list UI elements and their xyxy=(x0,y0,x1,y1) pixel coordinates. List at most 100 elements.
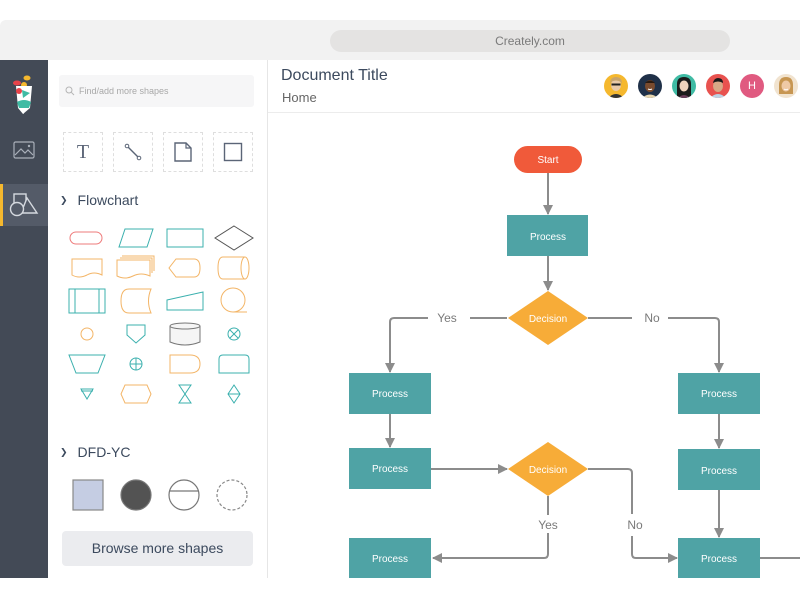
shape-delay[interactable] xyxy=(160,349,209,379)
svg-text:Process: Process xyxy=(372,389,408,400)
section-flowchart-header[interactable]: ❯ Flowchart xyxy=(60,192,138,208)
shape-connector[interactable] xyxy=(62,319,111,349)
shape-merge[interactable] xyxy=(62,379,111,409)
chevron-down-icon: ❯ xyxy=(60,446,68,457)
node-process-left-2[interactable]: Process xyxy=(349,448,431,489)
shape-predefined-process[interactable] xyxy=(62,283,111,319)
avatar-initial: H xyxy=(748,80,756,92)
shape-search[interactable] xyxy=(59,75,254,107)
shape-sequential-data[interactable] xyxy=(209,283,258,319)
node-decision-1[interactable]: Decision xyxy=(508,291,588,345)
label-decision1-no: No xyxy=(644,311,660,325)
rail-item-images[interactable] xyxy=(0,130,48,170)
chevron-down-icon: ❯ xyxy=(60,194,68,205)
avatar[interactable] xyxy=(774,74,798,98)
breadcrumb[interactable]: Home xyxy=(282,90,317,105)
shape-internal-storage[interactable] xyxy=(209,349,258,379)
connector-decision2-yes xyxy=(433,496,549,558)
collaborator-avatars: H xyxy=(604,74,798,98)
note-tool[interactable] xyxy=(163,132,203,172)
avatar[interactable] xyxy=(638,74,662,98)
text-tool[interactable]: T xyxy=(63,132,103,172)
section-title: Flowchart xyxy=(77,192,139,208)
section-title: DFD-YC xyxy=(77,444,131,460)
svg-text:Process: Process xyxy=(701,466,737,477)
node-process-1[interactable]: Process xyxy=(507,215,588,256)
shape-or[interactable] xyxy=(111,349,160,379)
shape-multi-document[interactable] xyxy=(111,253,160,283)
shapes-icon xyxy=(9,193,39,217)
shape-data-store[interactable] xyxy=(160,477,208,513)
creately-logo-icon xyxy=(13,75,32,114)
text-tool-icon: T xyxy=(76,140,90,163)
node-process-right-2[interactable]: Process xyxy=(678,449,760,490)
shape-data[interactable] xyxy=(111,223,160,253)
shape-terminator[interactable] xyxy=(62,223,111,253)
search-icon xyxy=(65,86,75,96)
flowchart-shape-grid xyxy=(62,223,258,409)
rail-item-shapes[interactable] xyxy=(0,184,48,226)
document-header: Document Title Home H xyxy=(268,60,800,113)
shape-dashed-process[interactable] xyxy=(208,477,256,513)
shape-panel: T ❯ Flowchart xyxy=(48,60,268,578)
shape-external-entity[interactable] xyxy=(64,477,112,513)
shape-display[interactable] xyxy=(160,253,209,283)
shape-process[interactable] xyxy=(160,223,209,253)
connector-tool-icon xyxy=(124,143,142,161)
shape-preparation[interactable] xyxy=(111,379,160,409)
svg-text:Process: Process xyxy=(701,389,737,400)
avatar[interactable] xyxy=(706,74,730,98)
shape-summing-junction[interactable] xyxy=(209,319,258,349)
node-process-left-3[interactable]: Process xyxy=(349,538,431,578)
svg-text:Decision: Decision xyxy=(529,465,567,476)
shape-manual-input[interactable] xyxy=(160,283,209,319)
rectangle-tool-icon xyxy=(223,142,243,162)
shape-sort[interactable] xyxy=(209,379,258,409)
svg-text:Start: Start xyxy=(537,155,558,166)
basic-tools: T xyxy=(63,132,253,172)
note-tool-icon xyxy=(174,142,192,162)
avatar[interactable] xyxy=(672,74,696,98)
shape-database[interactable] xyxy=(160,319,209,349)
dfd-shape-grid xyxy=(64,477,256,513)
creately-logo[interactable] xyxy=(0,66,48,126)
section-dfd-yc-header[interactable]: ❯ DFD-YC xyxy=(60,444,130,460)
shape-document[interactable] xyxy=(62,253,111,283)
label-decision2-no: No xyxy=(627,518,643,532)
node-process-right-1[interactable]: Process xyxy=(678,373,760,414)
url-bar[interactable]: Creately.com xyxy=(330,30,730,52)
shape-off-page-connector[interactable] xyxy=(111,319,160,349)
rectangle-tool[interactable] xyxy=(213,132,253,172)
flowchart-diagram: Start Process Decision Process Process D… xyxy=(349,146,800,578)
avatar[interactable] xyxy=(604,74,628,98)
node-start[interactable]: Start xyxy=(514,146,582,173)
connector-decision2-no xyxy=(588,468,677,558)
browser-chrome: Creately.com xyxy=(0,20,800,60)
svg-text:Decision: Decision xyxy=(529,314,567,325)
node-decision-2[interactable]: Decision xyxy=(508,442,588,496)
node-process-right-3[interactable]: Process xyxy=(678,538,760,578)
shape-decision[interactable] xyxy=(209,223,258,253)
image-icon xyxy=(13,141,35,159)
label-decision1-yes: Yes xyxy=(437,311,457,325)
shape-process-filled[interactable] xyxy=(112,477,160,513)
document-title[interactable]: Document Title xyxy=(281,67,388,85)
connector-decision1-yes xyxy=(390,317,507,372)
connector-tool[interactable] xyxy=(113,132,153,172)
shape-search-input[interactable] xyxy=(79,86,249,96)
shape-direct-data[interactable] xyxy=(209,253,258,283)
shape-manual-operation[interactable] xyxy=(62,349,111,379)
label-decision2-yes: Yes xyxy=(538,518,558,532)
shape-stored-data[interactable] xyxy=(111,283,160,319)
svg-text:Process: Process xyxy=(372,554,408,565)
browse-more-shapes-button[interactable]: Browse more shapes xyxy=(62,531,253,566)
svg-text:Process: Process xyxy=(372,464,408,475)
svg-text:Process: Process xyxy=(701,554,737,565)
left-rail xyxy=(0,60,48,578)
avatar[interactable]: H xyxy=(740,74,764,98)
node-process-left-1[interactable]: Process xyxy=(349,373,431,414)
connector-decision1-no xyxy=(588,317,719,372)
diagram-canvas[interactable]: Start Process Decision Process Process D… xyxy=(268,113,800,578)
shape-collate[interactable] xyxy=(160,379,209,409)
svg-text:Process: Process xyxy=(530,232,566,243)
